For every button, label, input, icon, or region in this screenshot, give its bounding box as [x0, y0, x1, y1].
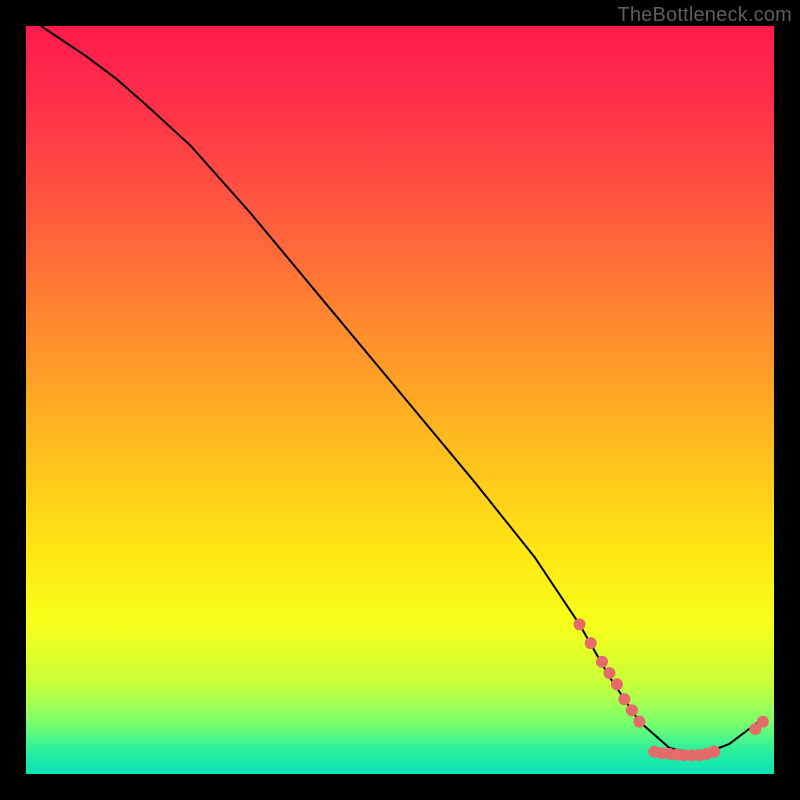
data-point-marker [633, 716, 645, 728]
data-point-marker [626, 704, 638, 716]
curve-line [41, 26, 759, 755]
curve-markers [574, 618, 769, 761]
chart-stage: TheBottleneck.com [0, 0, 800, 800]
data-point-marker [574, 618, 586, 630]
data-point-marker [585, 637, 597, 649]
data-point-marker [708, 746, 720, 758]
data-point-marker [603, 667, 615, 679]
data-point-marker [596, 656, 608, 668]
data-point-marker [611, 678, 623, 690]
chart-svg [26, 26, 774, 774]
watermark-text: TheBottleneck.com [617, 4, 792, 27]
plot-area [26, 26, 774, 774]
data-point-marker [757, 716, 769, 728]
data-point-marker [618, 693, 630, 705]
